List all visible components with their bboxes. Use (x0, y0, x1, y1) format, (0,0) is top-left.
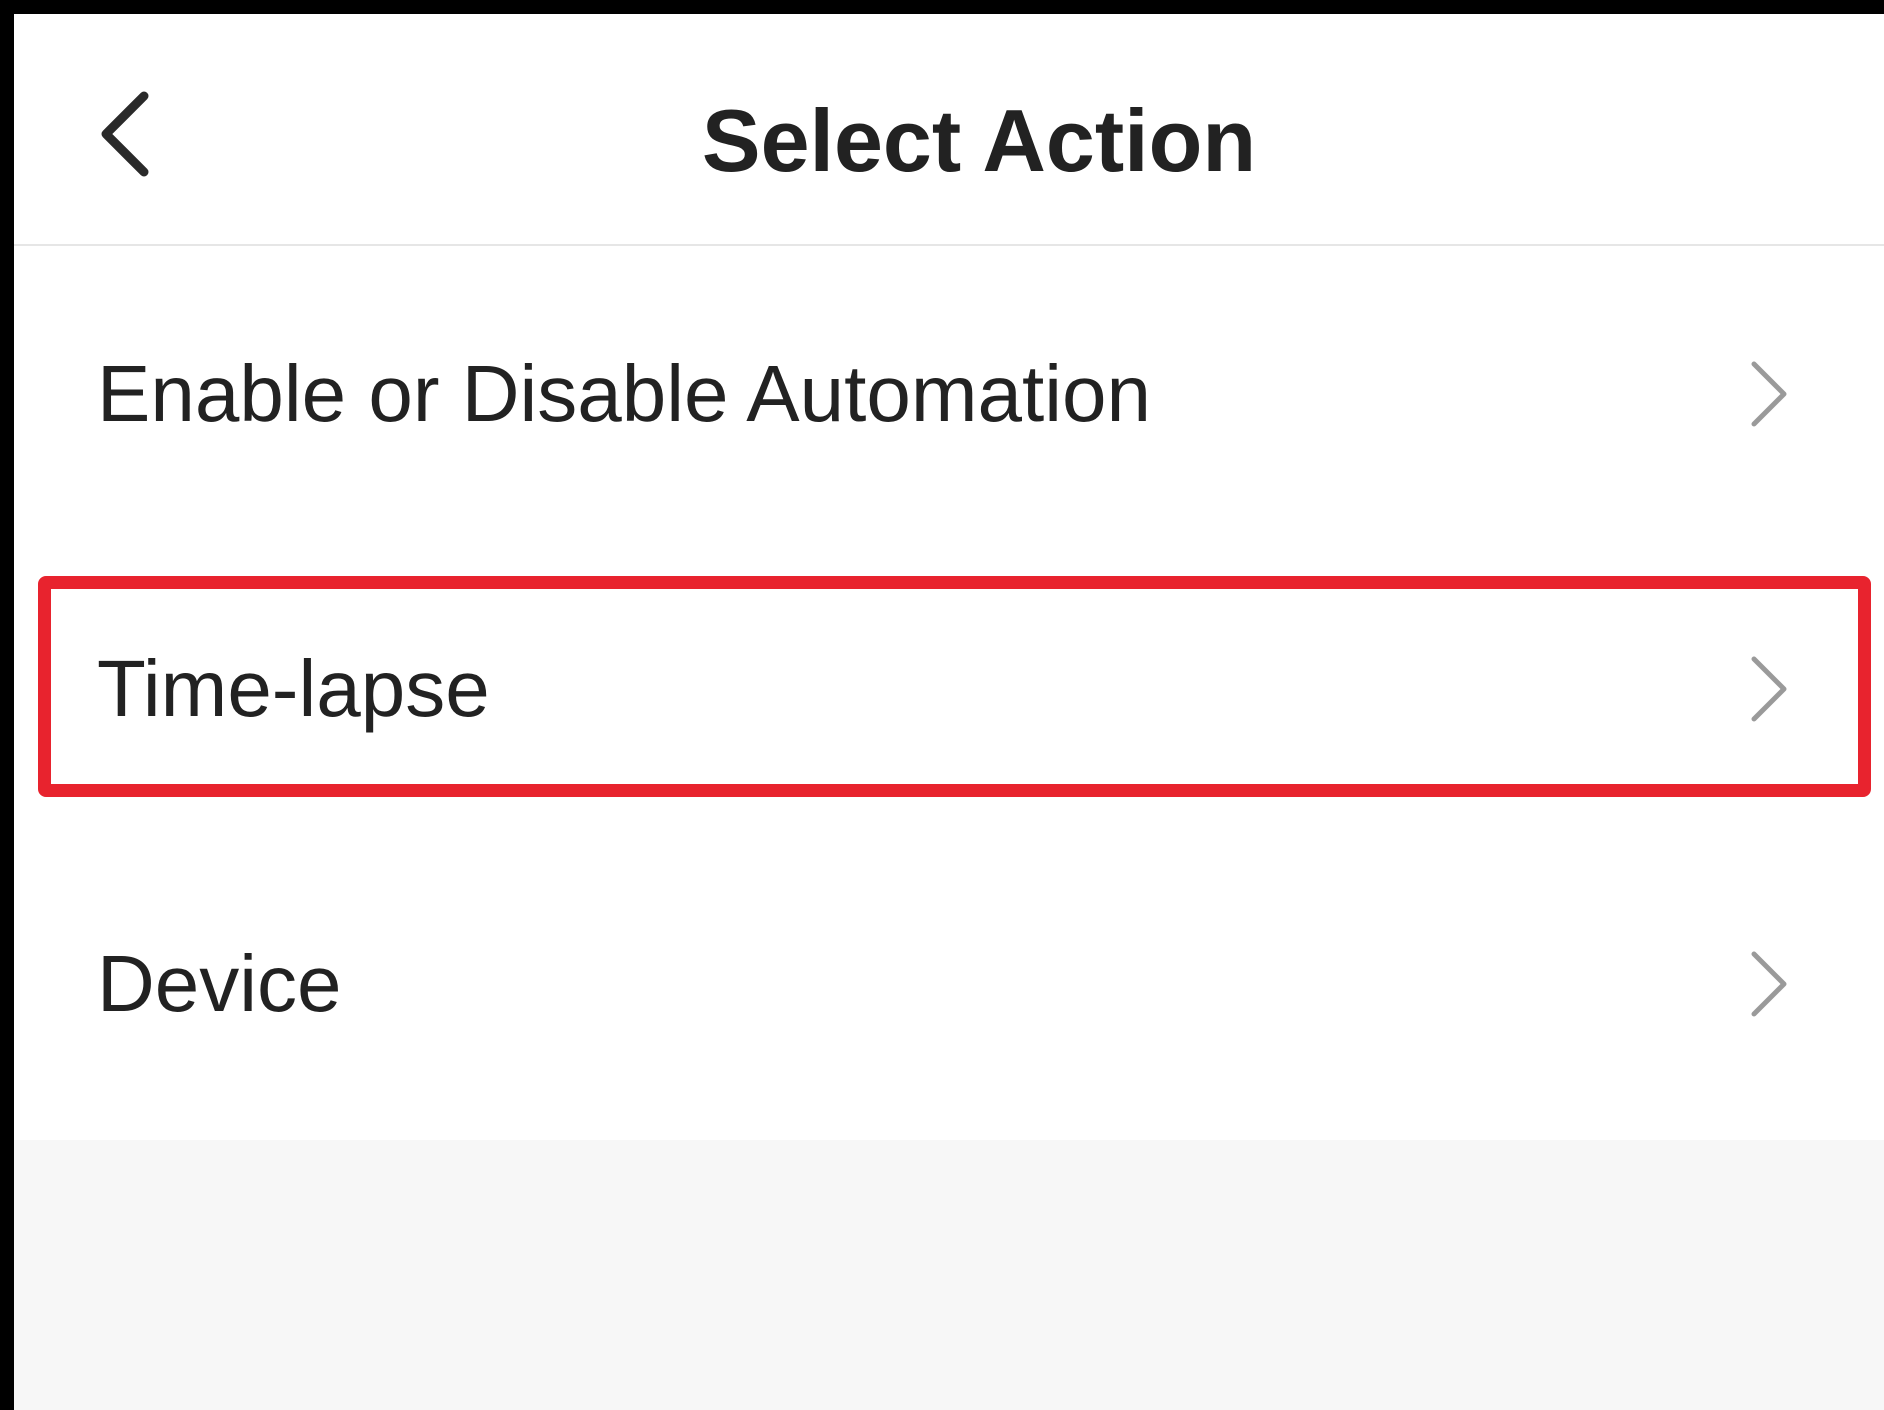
empty-footer-area (14, 1140, 1884, 1410)
action-item-time-lapse[interactable]: Time-lapse (14, 541, 1884, 836)
action-item-enable-disable-automation[interactable]: Enable or Disable Automation (14, 246, 1884, 541)
chevron-right-icon (1744, 649, 1794, 729)
action-item-label: Enable or Disable Automation (97, 348, 1151, 438)
action-item-label: Time-lapse (97, 643, 490, 733)
chevron-right-icon (1744, 944, 1794, 1024)
chevron-right-icon (1744, 354, 1794, 434)
action-item-device[interactable]: Device (14, 836, 1884, 1131)
action-list: Enable or Disable Automation Time-lapse … (14, 246, 1884, 1140)
screen-frame: Select Action Enable or Disable Automati… (0, 0, 1884, 1410)
action-item-label: Device (97, 938, 342, 1028)
page-title: Select Action (701, 91, 1257, 190)
header-bar: Select Action (14, 14, 1884, 246)
